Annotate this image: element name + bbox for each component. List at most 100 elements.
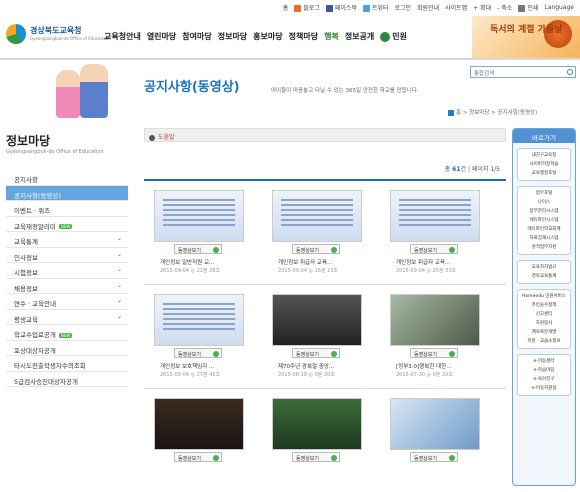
util-join-link[interactable]: 회원안내 xyxy=(417,3,439,12)
play-video-button[interactable]: 동영상보기 xyxy=(174,348,222,358)
quick-link[interactable]: 교육행정포털 xyxy=(518,169,570,178)
play-video-button[interactable]: 동영상보기 xyxy=(174,452,222,462)
quick-link[interactable]: 신고센터 xyxy=(518,310,570,319)
quick-link[interactable]: 나이스 xyxy=(518,198,570,207)
play-video-button[interactable]: 동영상보기 xyxy=(410,348,458,358)
sidebar-item[interactable]: 포상대상자공개 xyxy=(6,341,128,356)
sidebar-item[interactable]: 5급검사승진대상자공개 xyxy=(6,372,128,387)
sidebar-item[interactable]: 평생교육 ⌄ xyxy=(6,310,128,325)
print-button[interactable]: 인쇄 xyxy=(518,3,538,12)
quick-link[interactable]: e-육아친구 xyxy=(518,375,570,384)
sidebar-item[interactable]: 이벤트 · 퀴즈 xyxy=(6,201,128,217)
quick-link[interactable]: e-이동지원실 xyxy=(518,384,570,393)
util-login-link[interactable]: 로그인 xyxy=(394,3,411,12)
gnb-item[interactable]: 정책마당 xyxy=(289,31,318,42)
video-meta: 2015-09-04 ◎ 16분 23초 xyxy=(278,268,339,274)
search-input[interactable]: 통합검색 xyxy=(470,66,576,78)
video-thumbnail[interactable] xyxy=(272,398,362,450)
quick-link[interactable]: 내친구교육청 xyxy=(518,151,570,160)
print-label: 인쇄 xyxy=(527,5,539,12)
sidebar-item[interactable]: 채용정보 ⌄ xyxy=(6,279,128,294)
play-icon xyxy=(449,246,455,253)
video-meta: 2015-08-18 ◎ 0분 20초 xyxy=(278,372,335,378)
sidebar-item[interactable]: 연수 · 교육안내 ⌄ xyxy=(6,294,128,310)
gnb-item[interactable]: 열린마당 xyxy=(147,31,176,42)
quick-link[interactable]: 학원 · 교습소정보 xyxy=(518,337,570,346)
post-count: 총 61건 | 페이지 1/5 xyxy=(444,166,500,173)
video-thumbnail[interactable] xyxy=(390,190,480,242)
quick-link[interactable]: 원격업무지원 xyxy=(518,243,570,252)
gnb-special-link[interactable]: 행복 xyxy=(324,31,339,42)
sidebar-item[interactable]: 공지사항(동영상) xyxy=(6,185,128,201)
quick-link[interactable]: 경북교육통계 xyxy=(518,272,570,281)
language-select[interactable]: Language xyxy=(544,4,574,11)
video-title[interactable]: 개인정보 취급자 교육... xyxy=(396,258,450,266)
gnb-civil-link[interactable]: 민원 xyxy=(380,31,407,42)
quick-link[interactable]: e-학습마당 xyxy=(518,366,570,375)
quick-link[interactable]: e-이동센터 xyxy=(518,357,570,366)
video-title[interactable]: 제70주년 광복절 중앙... xyxy=(278,362,334,370)
video-thumbnail[interactable] xyxy=(272,190,362,242)
zoom-in-button[interactable]: + 확대 xyxy=(473,3,491,12)
video-title[interactable]: 개인정보 취급자 교육... xyxy=(278,258,332,266)
sidebar-item-label: 포상대상자공개 xyxy=(14,346,56,355)
quick-link[interactable]: 주민숫수정책 xyxy=(518,301,570,310)
quick-link[interactable]: 자원봉사 xyxy=(518,319,570,328)
site-logo[interactable]: 경상북도교육청 Gyeongsangbuk-do Office of Educa… xyxy=(6,24,108,44)
video-thumbnail[interactable] xyxy=(154,190,244,242)
quick-link[interactable]: Homeedu 민원서비스 xyxy=(518,292,570,301)
breadcrumb-item[interactable]: 정보마당 xyxy=(469,110,489,116)
quick-link[interactable]: 자료집계시스템 xyxy=(518,234,570,243)
breadcrumb-item[interactable]: 홈 xyxy=(456,110,461,116)
video-thumbnail[interactable] xyxy=(272,294,362,346)
help-bar[interactable]: 도움말 xyxy=(144,128,506,142)
video-card: 동영상보기개인정보 취급자 교육... 2015-09-04 ◎ 16분 23초 xyxy=(262,184,370,284)
sidebar-item[interactable]: 공지사항 xyxy=(6,170,128,186)
sidebar-item[interactable]: 타시도전출학생자수의조회 xyxy=(6,356,128,372)
util-home-link[interactable]: 홈 xyxy=(283,3,289,12)
search-icon[interactable] xyxy=(567,69,573,75)
zoom-out-button[interactable]: - 축소 xyxy=(497,3,512,12)
quick-link[interactable]: 업무관리시스템 xyxy=(518,207,570,216)
promo-text: 독서의 계절 가을날 xyxy=(490,25,563,35)
quick-links-title: 바로가기 xyxy=(513,129,575,143)
quick-link[interactable]: 계육복분개발 xyxy=(518,328,570,337)
play-video-button[interactable]: 동영상보기 xyxy=(292,348,340,358)
video-title[interactable]: 개인정보 일반직원 교... xyxy=(160,258,214,266)
gnb-item[interactable]: 정보마당 xyxy=(218,31,247,42)
sidebar-item[interactable]: 학교수업료공개 NEW xyxy=(6,325,128,341)
gnb-info-link[interactable]: 정보공개 xyxy=(345,31,374,42)
util-blog-link[interactable]: 블로그 xyxy=(294,3,320,12)
gnb-item[interactable]: 참여마당 xyxy=(182,31,211,42)
util-facebook-link[interactable]: 페이스북 xyxy=(325,3,357,12)
quick-link[interactable]: 에듀파인시스템 xyxy=(518,216,570,225)
util-twitter-link[interactable]: 트위터 xyxy=(362,3,388,12)
sidebar-item[interactable]: 교육통계 ⌄ xyxy=(6,232,128,248)
play-video-button[interactable]: 동영상보기 xyxy=(174,244,222,254)
sidebar-item[interactable]: 교육재정알리미 NEW xyxy=(6,217,128,232)
gnb-item[interactable]: 홍보마당 xyxy=(253,31,282,42)
sidebar-item[interactable]: 시험정보 ⌄ xyxy=(6,263,128,279)
quick-link[interactable]: 업무포털 xyxy=(518,189,570,198)
gnb-item[interactable]: 교육청안내 xyxy=(104,31,141,42)
quick-link[interactable]: 사이버가정학습 xyxy=(518,160,570,169)
video-thumbnail[interactable] xyxy=(154,398,244,450)
util-sitemap-link[interactable]: 사이트맵 xyxy=(445,3,467,12)
play-video-button[interactable]: 동영상보기 xyxy=(292,452,340,462)
play-video-button[interactable]: 동영상보기 xyxy=(292,244,340,254)
video-thumbnail[interactable] xyxy=(390,398,480,450)
play-video-button[interactable]: 동영상보기 xyxy=(410,244,458,254)
promo-banner[interactable]: 독서의 계절 가을날 xyxy=(472,16,580,58)
play-icon xyxy=(213,350,219,357)
sidebar-item[interactable]: 인사정보 ⌄ xyxy=(6,248,128,263)
video-thumbnail[interactable] xyxy=(390,294,480,346)
quick-link[interactable]: 교육자치법규 xyxy=(518,263,570,272)
play-video-button[interactable]: 동영상보기 xyxy=(410,452,458,462)
sidebar-item-label: 교육통계 xyxy=(14,238,38,246)
print-icon xyxy=(518,5,526,12)
video-title[interactable]: [정부3.0]행복한 대한... xyxy=(396,362,451,370)
video-thumbnail[interactable] xyxy=(154,294,244,346)
play-icon xyxy=(331,350,337,357)
quick-link[interactable]: 에듀파인학교회계 xyxy=(518,225,570,234)
video-title[interactable]: 개인정보 보호책임자 ... xyxy=(160,362,214,370)
